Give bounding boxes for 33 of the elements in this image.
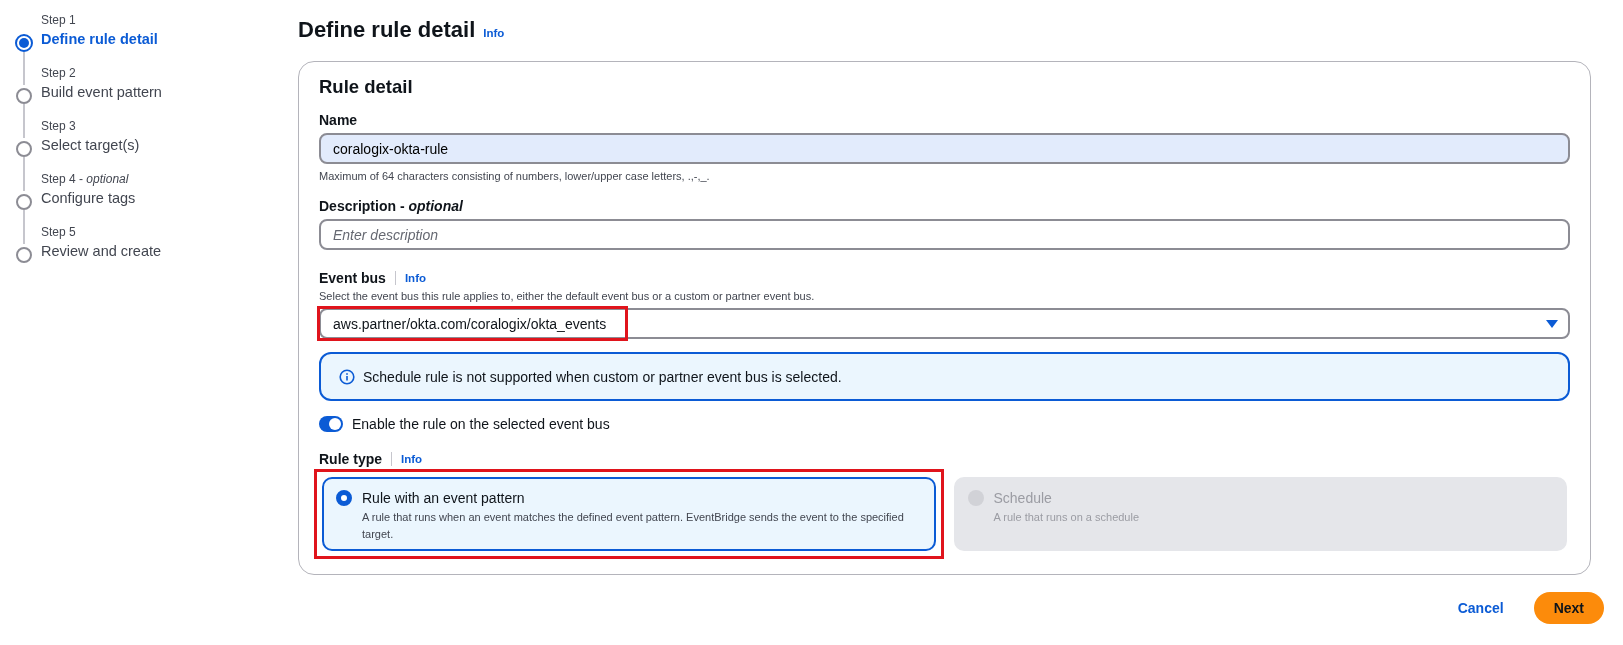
event-bus-select[interactable]: aws.partner/okta.com/coralogix/okta_events <box>319 308 1570 339</box>
field-label: Description - optional <box>319 197 464 215</box>
card-title: Rule detail <box>319 76 414 98</box>
rule-type-option[interactable]: Rule with an event pattern A rule that runs when an event matches the defined event pattern. EventBridge sends the event to the specified target. <box>322 477 936 551</box>
step-number: Step 5 <box>41 224 77 241</box>
next-button[interactable]: Next <box>1533 592 1604 624</box>
toggle-label: Enable the rule on the selected event bus <box>352 416 610 432</box>
option-description: A rule that runs on a schedule <box>993 510 1141 525</box>
option-description: A rule that runs when an event matches the defined event pattern. EventBridge sends the event to the specified target. <box>362 510 905 542</box>
step-link[interactable]: Build event pattern <box>41 82 298 102</box>
step-number: Step 1 <box>41 12 77 29</box>
step-link[interactable]: Review and create <box>41 241 298 261</box>
option-label: Schedule <box>993 489 1053 507</box>
option-label: Rule with an event pattern <box>362 489 526 507</box>
field-hint: Maximum of 64 characters consisting of numbers, lower/upper case letters, .,-,_. <box>319 170 711 182</box>
step-link[interactable]: Select target(s) <box>41 135 298 155</box>
info-link[interactable]: Info <box>401 453 423 465</box>
step-number: Step 2 <box>41 65 77 82</box>
step-number: Step 3 <box>41 118 77 135</box>
field-label: Event bus <box>319 269 386 287</box>
page-title: Define rule detail <box>298 17 476 43</box>
name-input-field[interactable]: coralogix-okta-rule <box>319 133 1570 164</box>
step-number: Step 4 - optional <box>41 171 130 188</box>
field-label: Name <box>319 111 359 129</box>
description-input-field[interactable]: Enter description <box>319 219 1570 250</box>
alert-text: Schedule rule is not supported when custom or partner event bus is selected. <box>363 368 842 385</box>
step-link[interactable]: Configure tags <box>41 188 298 208</box>
field-label: Rule type <box>319 450 382 468</box>
field-hint: Select the event bus this rule applies to, either the default event bus or a custom or partner event bus. <box>319 290 816 302</box>
step-link[interactable]: Define rule detail <box>41 29 298 49</box>
info-link[interactable]: Info <box>483 27 505 39</box>
cancel-button[interactable]: Cancel <box>1449 594 1512 622</box>
info-link[interactable]: Info <box>404 272 426 284</box>
